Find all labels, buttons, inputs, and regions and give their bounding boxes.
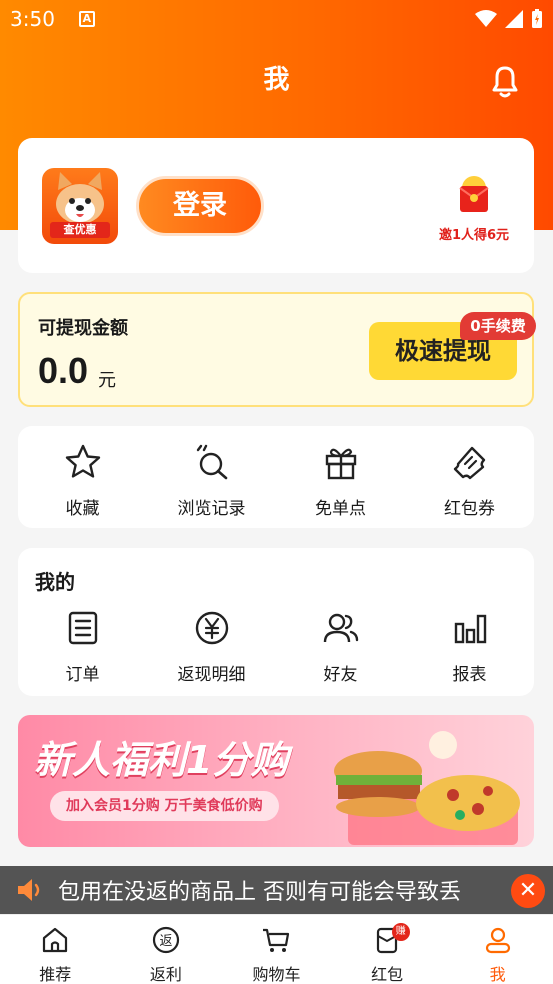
mine-cashback-details[interactable]: 返现明细 <box>147 608 276 685</box>
bell-icon[interactable] <box>486 62 524 100</box>
page-title: 我 <box>263 65 290 95</box>
yen-icon <box>195 611 228 645</box>
tab-label: 我 <box>489 965 506 984</box>
cash-amount: 0.0 <box>38 350 89 391</box>
status-bar: 3:50 A <box>0 0 553 38</box>
tab-label: 推荐 <box>39 965 72 984</box>
cart-icon <box>263 928 290 952</box>
tab-rebate[interactable]: 返 返利 <box>111 915 222 984</box>
tab-me[interactable]: 我 <box>442 915 553 984</box>
tab-redpacket[interactable]: 赚 红包 <box>332 915 443 984</box>
avatar[interactable]: 查优惠 <box>42 168 118 244</box>
dog-mascot-icon <box>56 172 104 224</box>
mine-report[interactable]: 报表 <box>405 608 534 685</box>
close-icon[interactable]: ✕ <box>511 874 545 908</box>
chart-icon <box>454 614 486 644</box>
invite-text: 邀1人得6元 <box>438 228 510 243</box>
cash-label: 可提现金额 <box>38 318 128 339</box>
quick-link-label: 收藏 <box>65 499 100 519</box>
tab-label: 返利 <box>149 965 182 984</box>
promo-banner[interactable]: 新人福利1分购 加入会员1分购 万千美食低价购 <box>18 715 534 847</box>
notice-marquee: 包用在没返的商品上 否则有可能会导致丢 ✕ <box>0 866 553 914</box>
mine-orders[interactable]: 订单 <box>18 608 147 685</box>
wifi-icon <box>475 10 497 27</box>
friends-icon <box>323 613 358 643</box>
quick-link-coupons[interactable]: 红包券 <box>405 442 534 519</box>
earn-badge: 赚 <box>391 923 410 941</box>
svg-text:返: 返 <box>159 934 172 949</box>
signal-icon <box>505 10 523 28</box>
invite-reward[interactable]: 邀1人得6元 <box>422 168 526 248</box>
quick-links-row: 收藏 浏览记录 免单点 红包券 <box>18 442 534 519</box>
tab-label: 红包 <box>371 965 404 984</box>
mine-item-label: 好友 <box>323 665 358 685</box>
app-notification-icon: A <box>78 11 95 27</box>
ticket-icon <box>453 446 485 480</box>
mine-card: 我的 订单 返现明细 好友 报表 <box>18 548 534 696</box>
battery-icon <box>532 9 542 28</box>
quick-link-label: 浏览记录 <box>177 499 246 519</box>
banner-subtitle: 加入会员1分购 万千美食低价购 <box>50 791 279 821</box>
quick-link-label: 免单点 <box>315 499 366 519</box>
burger-pizza-image <box>334 731 520 845</box>
tab-recommend[interactable]: 推荐 <box>0 915 111 984</box>
history-icon <box>196 444 227 480</box>
mine-item-label: 报表 <box>452 665 487 685</box>
login-card: 查优惠 登录 邀1人得6元 <box>18 138 534 273</box>
order-icon <box>68 611 97 645</box>
mine-title: 我的 <box>35 570 75 594</box>
quick-link-favorites[interactable]: 收藏 <box>18 442 147 519</box>
red-envelope-icon <box>459 176 489 212</box>
rebate-icon: 返 <box>152 926 179 954</box>
fee-badge: 0手续费 <box>460 312 536 340</box>
quick-link-history[interactable]: 浏览记录 <box>147 442 276 519</box>
login-button[interactable]: 登录 <box>136 176 264 236</box>
tab-label: 购物车 <box>252 965 301 984</box>
banner-headline: 新人福利1分购 <box>34 738 289 782</box>
speaker-icon <box>18 879 40 901</box>
status-right <box>475 9 543 29</box>
avatar-tag: 查优惠 <box>50 222 110 238</box>
cash-unit: 元 <box>98 370 116 391</box>
status-time: 3:50 <box>10 7 55 31</box>
mine-item-label: 订单 <box>65 665 100 685</box>
mine-item-label: 返现明细 <box>177 665 246 685</box>
cash-card: 可提现金额 0.0 元 极速提现 0手续费 <box>18 292 536 407</box>
tab-bar: 推荐 返 返利 购物车 赚 红包 我 <box>0 914 553 984</box>
marquee-text: 包用在没返的商品上 否则有可能会导致丢 <box>58 880 461 905</box>
quick-link-label: 红包券 <box>444 499 495 519</box>
mine-row: 订单 返现明细 好友 报表 <box>18 608 534 685</box>
star-icon <box>65 444 100 478</box>
profile-icon <box>485 927 510 954</box>
mine-friends[interactable]: 好友 <box>276 608 405 685</box>
quick-links-card: 收藏 浏览记录 免单点 红包券 <box>18 426 534 528</box>
tab-cart[interactable]: 购物车 <box>221 915 332 984</box>
quick-link-free-order[interactable]: 免单点 <box>276 442 405 519</box>
home-icon <box>43 927 68 953</box>
gift-icon <box>325 448 356 480</box>
